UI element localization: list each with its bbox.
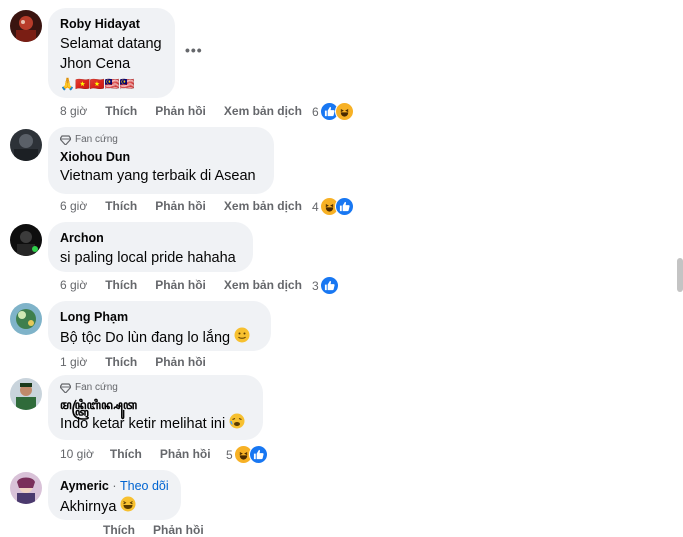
comment-actions: 1 giờ Thích Phản hồi — [60, 355, 224, 369]
like-reaction-icon — [334, 197, 354, 216]
comment-bubble: Long Phạm Bộ tộc Do lùn đang lo lắng — [48, 301, 271, 351]
comment-time[interactable]: 8 giờ — [60, 104, 87, 118]
comment-text-content: Bộ tộc Do lùn đang lo lắng — [60, 329, 231, 346]
haha-reaction-icon — [334, 102, 354, 121]
comment-text: Vietnam yang terbaik di Asean — [60, 168, 256, 184]
like-reaction-icon — [248, 445, 268, 464]
translate-button[interactable]: Xem bản dịch — [224, 278, 302, 292]
like-reaction-icon — [319, 276, 339, 295]
scrollbar-thumb[interactable] — [677, 258, 683, 292]
comment-bubble: Fan cứng Xiohou Dun Vietnam yang terbaik… — [48, 127, 274, 194]
name-separator: · — [112, 479, 117, 493]
comment-actions: 8 giờ Thích Phản hồi Xem bản dịch — [60, 104, 320, 118]
comment-actions: 6 giờ Thích Phản hồi Xem bản dịch — [60, 278, 320, 292]
badge-label: Fan cứng — [75, 134, 118, 145]
top-fan-badge: Fan cứng — [60, 133, 262, 147]
commenter-name[interactable]: Xiohou Dun — [60, 149, 262, 165]
more-options-button[interactable]: ••• — [185, 42, 203, 58]
comment-text: Bộ tộc Do lùn đang lo lắng — [60, 327, 259, 349]
comment-text: si paling local pride hahaha — [60, 250, 236, 266]
like-button[interactable]: Thích — [103, 523, 135, 537]
anxious-emoji-icon — [229, 413, 245, 435]
like-button[interactable]: Thích — [110, 447, 142, 461]
reply-button[interactable]: Phản hồi — [155, 278, 206, 292]
badge-label: Fan cứng — [75, 382, 118, 393]
comment-bubble: Roby Hidayat Selamat datang Jhon Cena 🙏🇻… — [48, 8, 175, 98]
reply-button[interactable]: Phản hồi — [153, 523, 204, 537]
avatar[interactable] — [10, 10, 42, 42]
commenter-name-row: Aymeric · Theo dõi — [60, 478, 169, 494]
reply-button[interactable]: Phản hồi — [160, 447, 211, 461]
reply-button[interactable]: Phản hồi — [155, 355, 206, 369]
commenter-name[interactable]: Long Phạm — [60, 309, 259, 325]
commenter-name[interactable]: ꦩꦤ꧀ꦠꦿꦶꦧꦶꦤ꧀ꦱꦸꦠ — [60, 397, 251, 413]
comment-text-line-2: Jhon Cena — [60, 56, 131, 72]
reaction-count: 3 — [312, 278, 319, 293]
grin-emoji-icon — [120, 496, 136, 518]
comment-time[interactable]: 10 giờ — [60, 447, 94, 461]
comment-text-content: Indo ketar ketir melihat ini — [60, 415, 226, 432]
comment-text-content: Akhirnya — [60, 498, 117, 515]
comment-text: Akhirnya — [60, 496, 169, 518]
follow-link[interactable]: Theo dõi — [120, 479, 169, 493]
like-button[interactable]: Thích — [105, 278, 137, 292]
smile-emoji-icon — [234, 327, 250, 349]
comment-time[interactable]: 6 giờ — [60, 278, 87, 292]
reaction-count: 5 — [226, 447, 233, 462]
commenter-name[interactable]: Archon — [60, 230, 241, 246]
avatar[interactable] — [10, 224, 42, 256]
commenter-name[interactable]: Aymeric — [60, 479, 109, 493]
like-button[interactable]: Thích — [105, 355, 137, 369]
reaction-count: 6 — [312, 104, 319, 119]
comment-actions: 10 giờ Thích Phản hồi — [60, 447, 229, 461]
comment-actions: Thích Phản hồi — [103, 523, 222, 537]
comment-bubble: Fan cứng ꦩꦤ꧀ꦠꦿꦶꦧꦶꦤ꧀ꦱꦸꦠ Indo ketar ketir … — [48, 375, 263, 440]
comment-flags: 🙏🇻🇳🇻🇳🇲🇾🇲🇾 — [60, 77, 135, 91]
like-button[interactable]: Thích — [105, 199, 137, 213]
reply-button[interactable]: Phản hồi — [155, 104, 206, 118]
comment-bubble: Aymeric · Theo dõi Akhirnya — [48, 470, 181, 520]
reaction-summary[interactable]: 5 — [226, 445, 268, 464]
comment-time[interactable]: 1 giờ — [60, 355, 87, 369]
translate-button[interactable]: Xem bản dịch — [224, 104, 302, 118]
top-fan-badge: Fan cứng — [60, 381, 251, 395]
reaction-summary[interactable]: 3 — [312, 276, 339, 295]
reply-button[interactable]: Phản hồi — [155, 199, 206, 213]
diamond-icon — [60, 383, 71, 393]
avatar[interactable] — [10, 378, 42, 410]
top-ellipsis: • • — [270, 0, 280, 5]
comment-text: Indo ketar ketir melihat ini — [60, 413, 251, 435]
comment-text-line-1: Selamat datang — [60, 36, 162, 52]
comment-time[interactable]: 6 giờ — [60, 199, 87, 213]
reaction-count: 4 — [312, 199, 319, 214]
like-button[interactable]: Thích — [105, 104, 137, 118]
diamond-icon — [60, 135, 71, 145]
comment-actions: 6 giờ Thích Phản hồi Xem bản dịch — [60, 199, 320, 213]
avatar[interactable] — [10, 129, 42, 161]
avatar[interactable] — [10, 472, 42, 504]
comment-bubble: Archon si paling local pride hahaha — [48, 222, 253, 272]
translate-button[interactable]: Xem bản dịch — [224, 199, 302, 213]
reaction-summary[interactable]: 4 — [312, 197, 354, 216]
commenter-name[interactable]: Roby Hidayat — [60, 16, 163, 32]
avatar[interactable] — [10, 303, 42, 335]
reaction-summary[interactable]: 6 — [312, 102, 354, 121]
